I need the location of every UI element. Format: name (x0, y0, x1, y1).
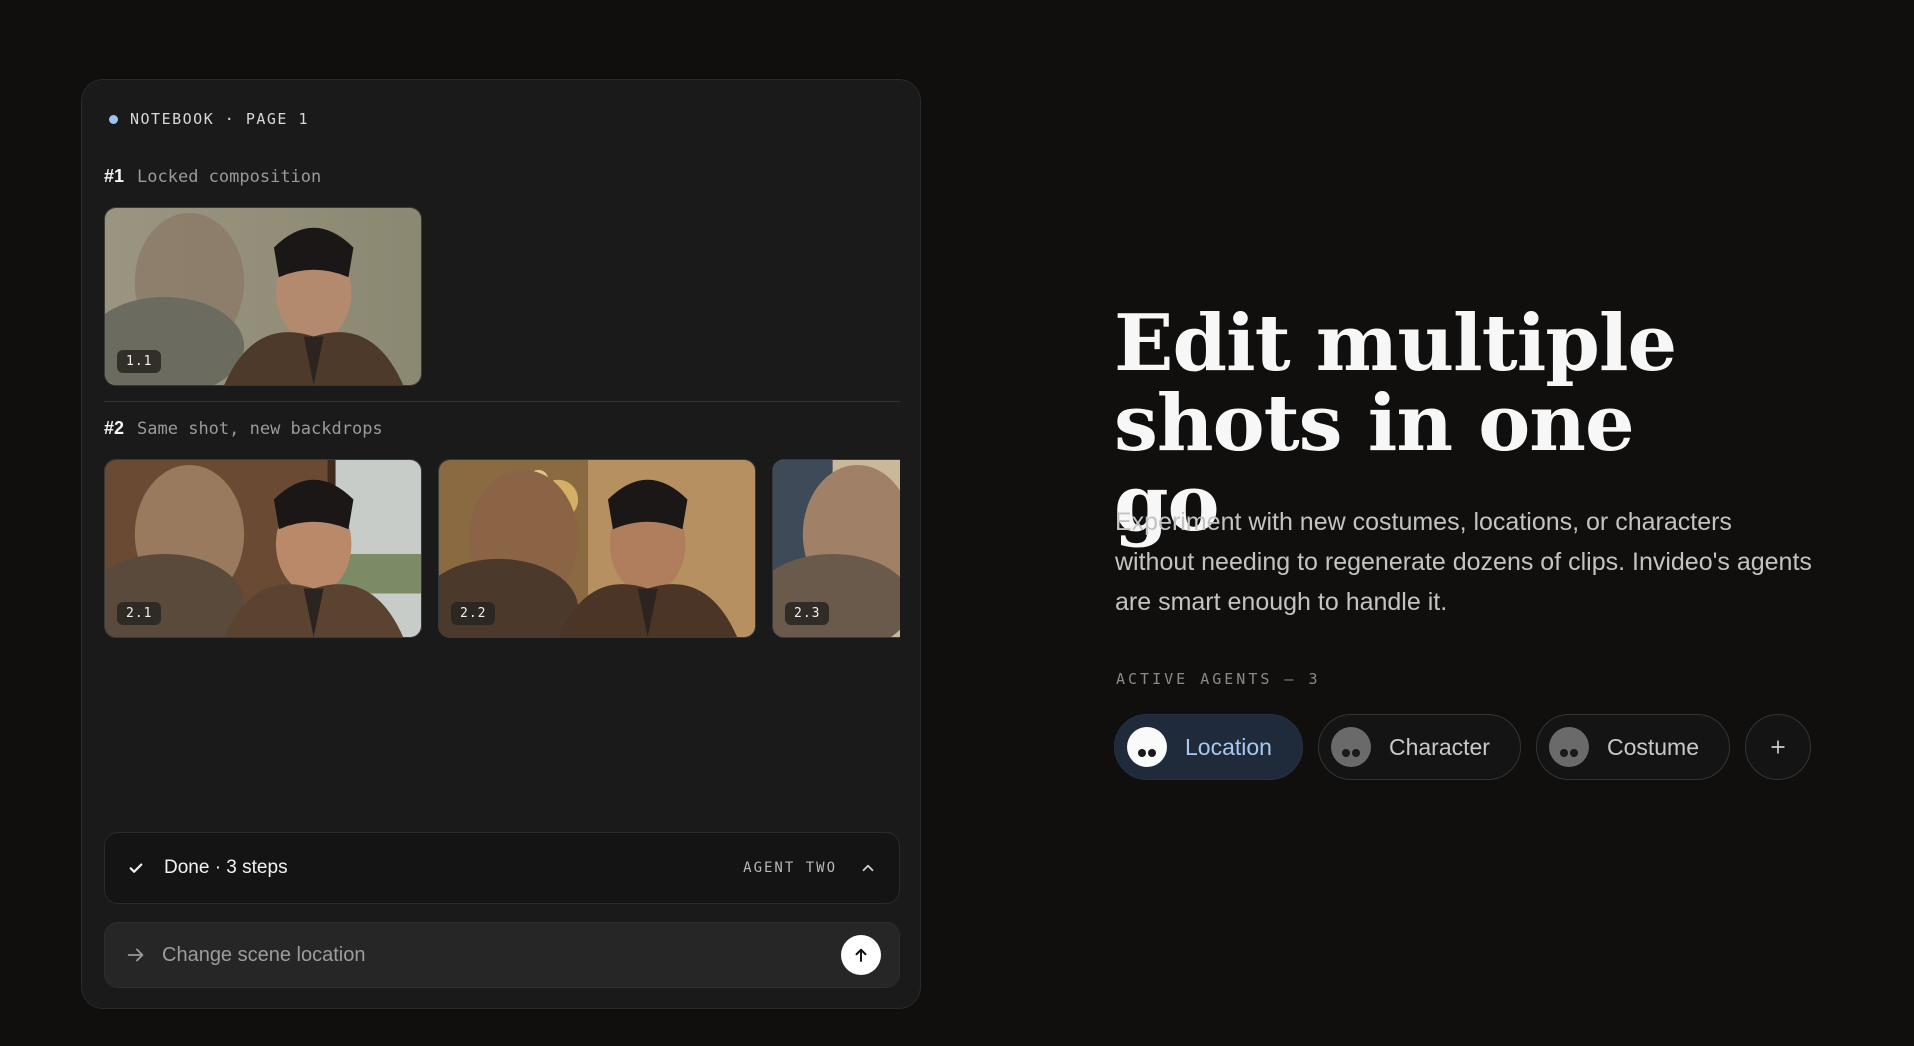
shot-badge: 2.3 (785, 602, 830, 625)
send-button[interactable] (841, 935, 881, 975)
check-icon (129, 863, 143, 873)
notebook-header: NOTEBOOK · PAGE 1 (109, 110, 309, 128)
chevron-up-icon[interactable] (859, 859, 877, 877)
shot-thumbnail[interactable]: 2.2 (438, 459, 756, 638)
scene-input-bar (104, 922, 900, 988)
agent-chip-costume[interactable]: Costume (1535, 714, 1730, 780)
arrow-up-icon (855, 948, 867, 962)
agent-chip-location[interactable]: Location (1114, 714, 1303, 780)
status-text: Done · 3 steps (164, 857, 288, 878)
active-agents-label: ACTIVE AGENTS — 3 (1116, 670, 1321, 688)
group-number: #2 (104, 418, 125, 438)
shot-badge: 2.2 (451, 602, 496, 625)
arrow-right-icon (127, 948, 144, 962)
agent-avatar-icon (1127, 727, 1167, 767)
shot-thumbnail[interactable]: 2.3 (772, 459, 900, 638)
group-title-2: #2 Same shot, new backdrops (104, 418, 383, 439)
notebook-title: NOTEBOOK · PAGE 1 (130, 110, 310, 128)
notebook-panel: NOTEBOOK · PAGE 1 #1 Locked composition (81, 79, 921, 1009)
shot-row-1: 1.1 (104, 207, 900, 386)
group-label: Same shot, new backdrops (137, 419, 383, 439)
shot-badge: 1.1 (117, 350, 162, 373)
agent-chip-label: Costume (1606, 733, 1699, 760)
shot-badge: 2.1 (117, 602, 162, 625)
group-title-1: #1 Locked composition (104, 166, 321, 187)
agent-chip-label: Location (1185, 733, 1272, 760)
group-label: Locked composition (137, 167, 322, 187)
divider (104, 401, 900, 402)
page: NOTEBOOK · PAGE 1 #1 Locked composition (0, 0, 1914, 1046)
headline-line-1: Edit multiple (1114, 298, 1677, 389)
agent-chip-character[interactable]: Character (1317, 714, 1521, 780)
agent-avatar-icon (1330, 727, 1371, 767)
agent-chips: Location Character Costume (1114, 714, 1811, 780)
hero-description: Experiment with new costumes, locations,… (1115, 508, 1812, 616)
shot-thumbnail[interactable]: 1.1 (104, 207, 422, 386)
status-dot-icon (109, 114, 118, 124)
shot-row-2: 2.1 2.2 2.3 (104, 459, 900, 638)
scene-input[interactable] (162, 943, 841, 967)
shot-thumbnail[interactable]: 2.1 (104, 459, 422, 638)
agent-status-bar[interactable]: Done · 3 steps AGENT TWO (104, 832, 900, 904)
add-agent-button[interactable] (1745, 714, 1811, 780)
group-number: #1 (104, 166, 125, 186)
agent-chip-label: Character (1388, 733, 1490, 760)
plus-icon (1771, 740, 1785, 754)
agent-avatar-icon (1548, 727, 1589, 767)
agent-name: AGENT TWO (743, 860, 837, 876)
